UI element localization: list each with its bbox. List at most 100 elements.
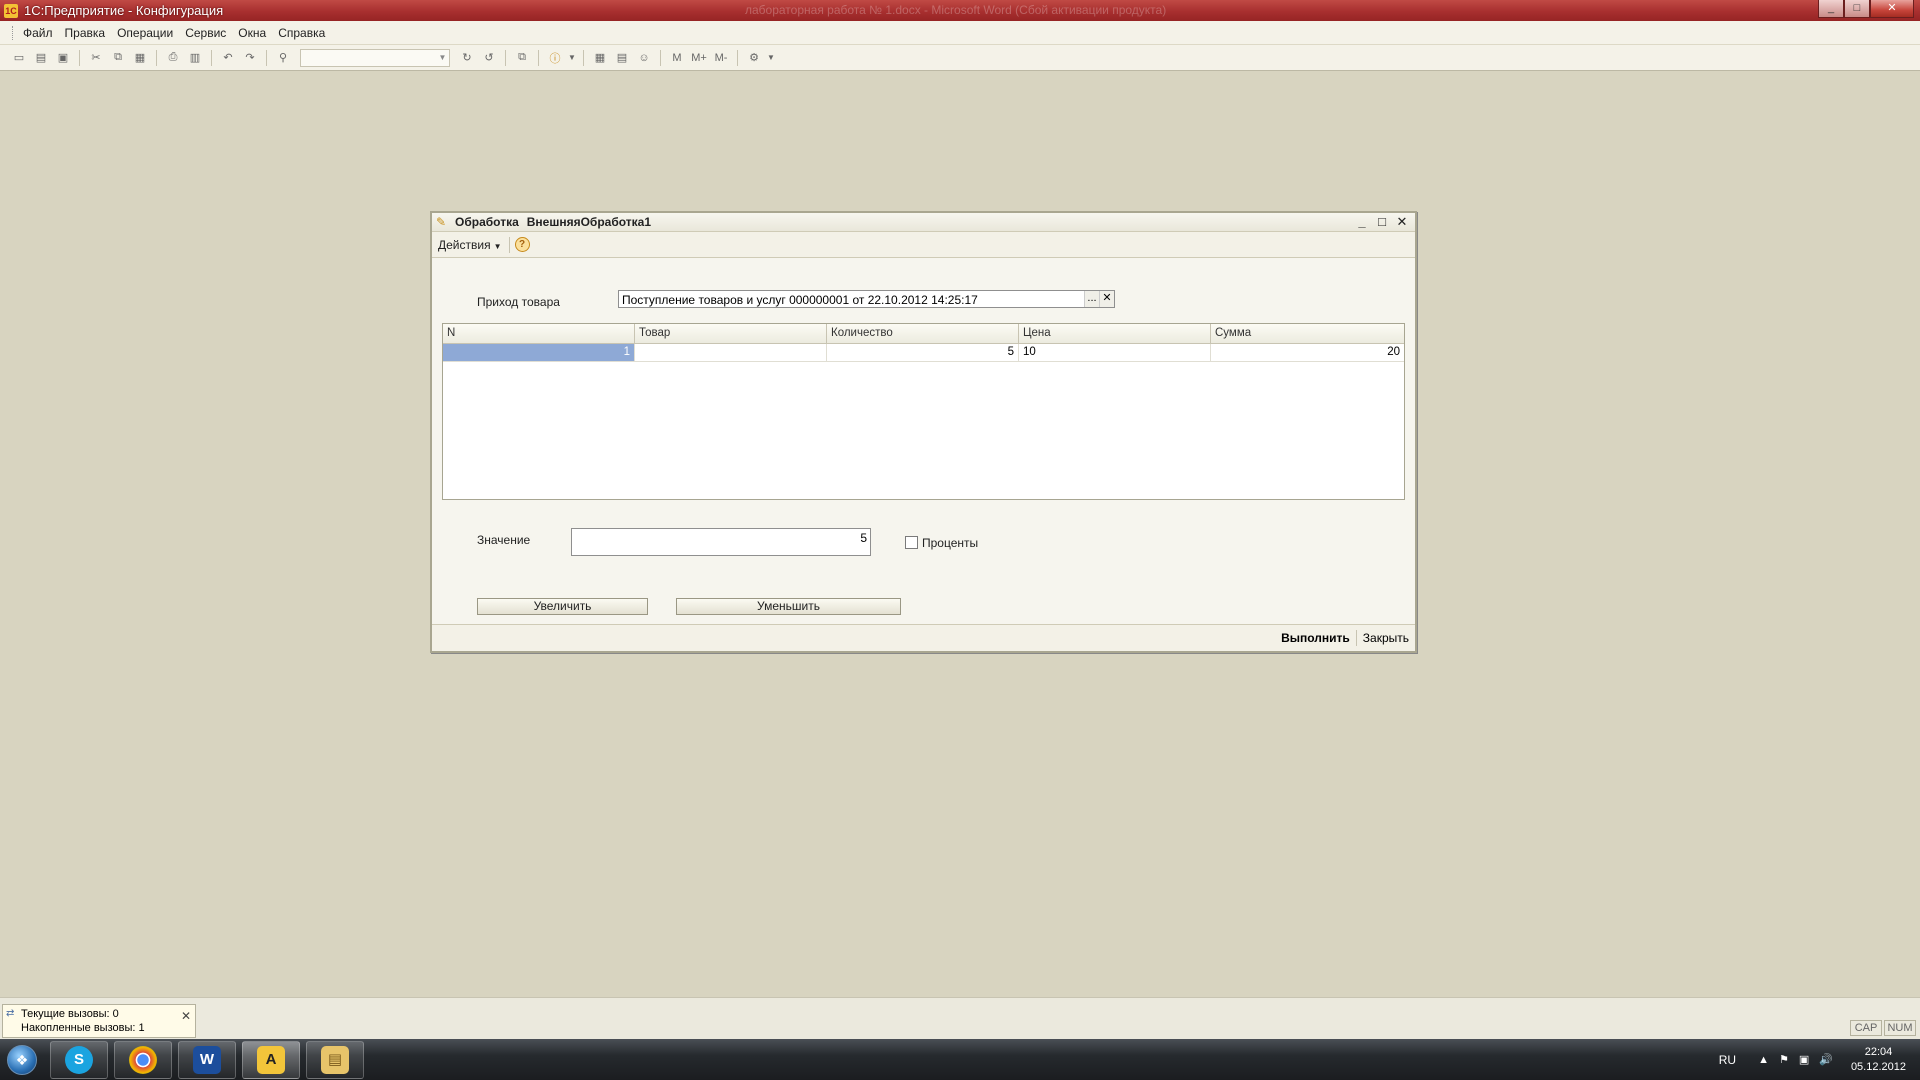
cell-sum[interactable]: 20 bbox=[1211, 344, 1404, 361]
close-form-button[interactable]: Закрыть bbox=[1363, 631, 1409, 645]
debug-icon[interactable]: ⚙ bbox=[745, 49, 763, 67]
percent-label[interactable]: Проценты bbox=[922, 536, 978, 550]
find-prev-icon[interactable]: ↺ bbox=[480, 49, 498, 67]
cell-n[interactable]: 1 bbox=[443, 344, 635, 361]
search-combo[interactable]: ▼ bbox=[300, 48, 450, 67]
cell-product[interactable] bbox=[635, 344, 827, 361]
memo-m-minus-button[interactable]: M- bbox=[712, 49, 730, 67]
chevron-down-icon[interactable]: ▼ bbox=[436, 50, 449, 66]
info-icon[interactable]: ⓘ bbox=[546, 49, 564, 67]
goods-receipt-label: Приход товара bbox=[477, 295, 560, 309]
volume-icon[interactable]: 🔊 bbox=[1819, 1053, 1833, 1066]
column-header-qty[interactable]: Количество bbox=[827, 324, 1019, 343]
flag-icon[interactable]: ⚑ bbox=[1779, 1053, 1789, 1066]
menu-operations[interactable]: Операции bbox=[111, 26, 179, 40]
help-icon[interactable]: ? bbox=[514, 237, 530, 252]
taskbar-word[interactable]: W bbox=[178, 1040, 236, 1079]
clock-time: 22:04 bbox=[1864, 1045, 1893, 1058]
copy-icon[interactable]: ⧉ bbox=[109, 49, 127, 67]
value-label: Значение bbox=[477, 533, 531, 547]
menubar: Файл Правка Операции Сервис Окна Справка bbox=[0, 21, 1920, 45]
form-minimize-button[interactable]: _ bbox=[1355, 214, 1369, 230]
toolbar-separator bbox=[266, 49, 267, 66]
decrease-button[interactable]: Уменьшить bbox=[676, 598, 901, 615]
chrome-icon bbox=[129, 1045, 157, 1074]
calendar-icon[interactable]: ▤ bbox=[613, 49, 631, 67]
status-bar bbox=[0, 997, 1920, 1039]
accumulated-calls: Накопленные вызовы: 1 bbox=[21, 1022, 145, 1034]
skype-icon: S bbox=[65, 1045, 93, 1074]
cell-qty[interactable]: 5 bbox=[827, 344, 1019, 361]
toolbar-separator bbox=[737, 49, 738, 66]
windows-icon[interactable]: ⧉ bbox=[513, 49, 531, 67]
menu-windows[interactable]: Окна bbox=[232, 26, 272, 40]
column-header-price[interactable]: Цена bbox=[1019, 324, 1211, 343]
value-field-value: 5 bbox=[860, 531, 867, 545]
cell-price[interactable]: 10 bbox=[1019, 344, 1211, 361]
debug-dropdown-icon[interactable]: ▼ bbox=[767, 49, 775, 67]
minimize-button[interactable]: _ bbox=[1818, 0, 1844, 18]
menu-help[interactable]: Справка bbox=[272, 26, 331, 40]
preview-icon[interactable]: ▥ bbox=[186, 49, 204, 67]
keyboard-indicators: CAP NUM bbox=[1850, 1020, 1916, 1036]
actions-label: Действия bbox=[438, 237, 491, 252]
menu-edit[interactable]: Правка bbox=[59, 26, 112, 40]
app-1c-icon: 1C bbox=[4, 3, 18, 18]
taskbar-chrome[interactable] bbox=[114, 1040, 172, 1079]
form-close-button[interactable]: ✕ bbox=[1395, 214, 1409, 230]
calculator-icon[interactable]: ▦ bbox=[591, 49, 609, 67]
start-button[interactable]: ❖ bbox=[0, 1040, 44, 1080]
windows-logo-icon: ❖ bbox=[7, 1044, 37, 1075]
execute-button[interactable]: Выполнить bbox=[1281, 631, 1350, 645]
search-icon[interactable]: ⚲ bbox=[274, 49, 292, 67]
current-calls: Текущие вызовы: 0 bbox=[21, 1008, 119, 1020]
increase-button[interactable]: Увеличить bbox=[477, 598, 648, 615]
close-icon[interactable]: ✕ bbox=[181, 1009, 191, 1023]
footer-separator bbox=[1355, 630, 1357, 646]
print-icon[interactable]: ⎙ bbox=[164, 49, 182, 67]
menubar-grip bbox=[12, 25, 15, 40]
memo-m-button[interactable]: M bbox=[668, 49, 686, 67]
close-button[interactable]: ✕ bbox=[1870, 0, 1914, 18]
menu-file[interactable]: Файл bbox=[17, 26, 59, 40]
form-footer: Выполнить Закрыть bbox=[432, 624, 1415, 651]
goods-receipt-field[interactable]: Поступление товаров и услуг 000000001 от… bbox=[618, 290, 1115, 308]
users-icon[interactable]: ☺ bbox=[635, 49, 653, 67]
table-row[interactable]: 1 5 10 20 bbox=[443, 344, 1404, 362]
column-header-sum[interactable]: Сумма bbox=[1211, 324, 1404, 343]
column-header-n[interactable]: N bbox=[443, 324, 635, 343]
clock[interactable]: 22:04 05.12.2012 bbox=[1851, 1045, 1906, 1075]
num-indicator: NUM bbox=[1884, 1020, 1916, 1036]
open-icon[interactable]: ▤ bbox=[32, 49, 50, 67]
percent-checkbox[interactable] bbox=[905, 536, 918, 549]
show-hidden-icons-icon[interactable]: ▲ bbox=[1758, 1054, 1769, 1066]
save-icon[interactable]: ▣ bbox=[54, 49, 72, 67]
app-title-faded: лабораторная работа № 1.docx - Microsoft… bbox=[745, 3, 1167, 17]
actions-menu[interactable]: Действия ▼ bbox=[436, 238, 504, 252]
redo-icon[interactable]: ↷ bbox=[241, 49, 259, 67]
memo-m-plus-button[interactable]: M+ bbox=[690, 49, 708, 67]
system-tray: RU ▲ ⚑ ▣ 🔊 22:04 05.12.2012 bbox=[1719, 1039, 1920, 1080]
new-icon[interactable]: ▭ bbox=[10, 49, 28, 67]
clear-button[interactable]: ✕ bbox=[1099, 291, 1114, 307]
maximize-button[interactable]: □ bbox=[1844, 0, 1870, 18]
info-dropdown-icon[interactable]: ▼ bbox=[568, 49, 576, 67]
network-icon[interactable]: ▣ bbox=[1799, 1053, 1809, 1066]
undo-icon[interactable]: ↶ bbox=[219, 49, 237, 67]
menu-service[interactable]: Сервис bbox=[179, 26, 232, 40]
cut-icon[interactable]: ✂ bbox=[87, 49, 105, 67]
form-maximize-button[interactable]: □ bbox=[1375, 214, 1389, 230]
language-indicator[interactable]: RU bbox=[1719, 1053, 1736, 1067]
taskbar-skype[interactable]: S bbox=[50, 1040, 108, 1079]
find-next-icon[interactable]: ↻ bbox=[458, 49, 476, 67]
toolbar: ▭ ▤ ▣ ✂ ⧉ ▦ ⎙ ▥ ↶ ↷ ⚲ ▼ ↻ ↺ ⧉ ⓘ ▼ ▦ ▤ ☺ … bbox=[0, 45, 1920, 71]
taskbar-explorer[interactable]: ▤ bbox=[306, 1040, 364, 1079]
paste-icon[interactable]: ▦ bbox=[131, 49, 149, 67]
toolbar-separator bbox=[583, 49, 584, 66]
column-header-product[interactable]: Товар bbox=[635, 324, 827, 343]
processing-icon: ✎ bbox=[436, 214, 447, 229]
taskbar-1c[interactable]: A bbox=[242, 1040, 300, 1079]
value-field[interactable]: 5 bbox=[571, 528, 871, 556]
select-button[interactable]: ... bbox=[1084, 291, 1099, 307]
goods-table[interactable]: N Товар Количество Цена Сумма 1 5 10 20 bbox=[442, 323, 1405, 500]
